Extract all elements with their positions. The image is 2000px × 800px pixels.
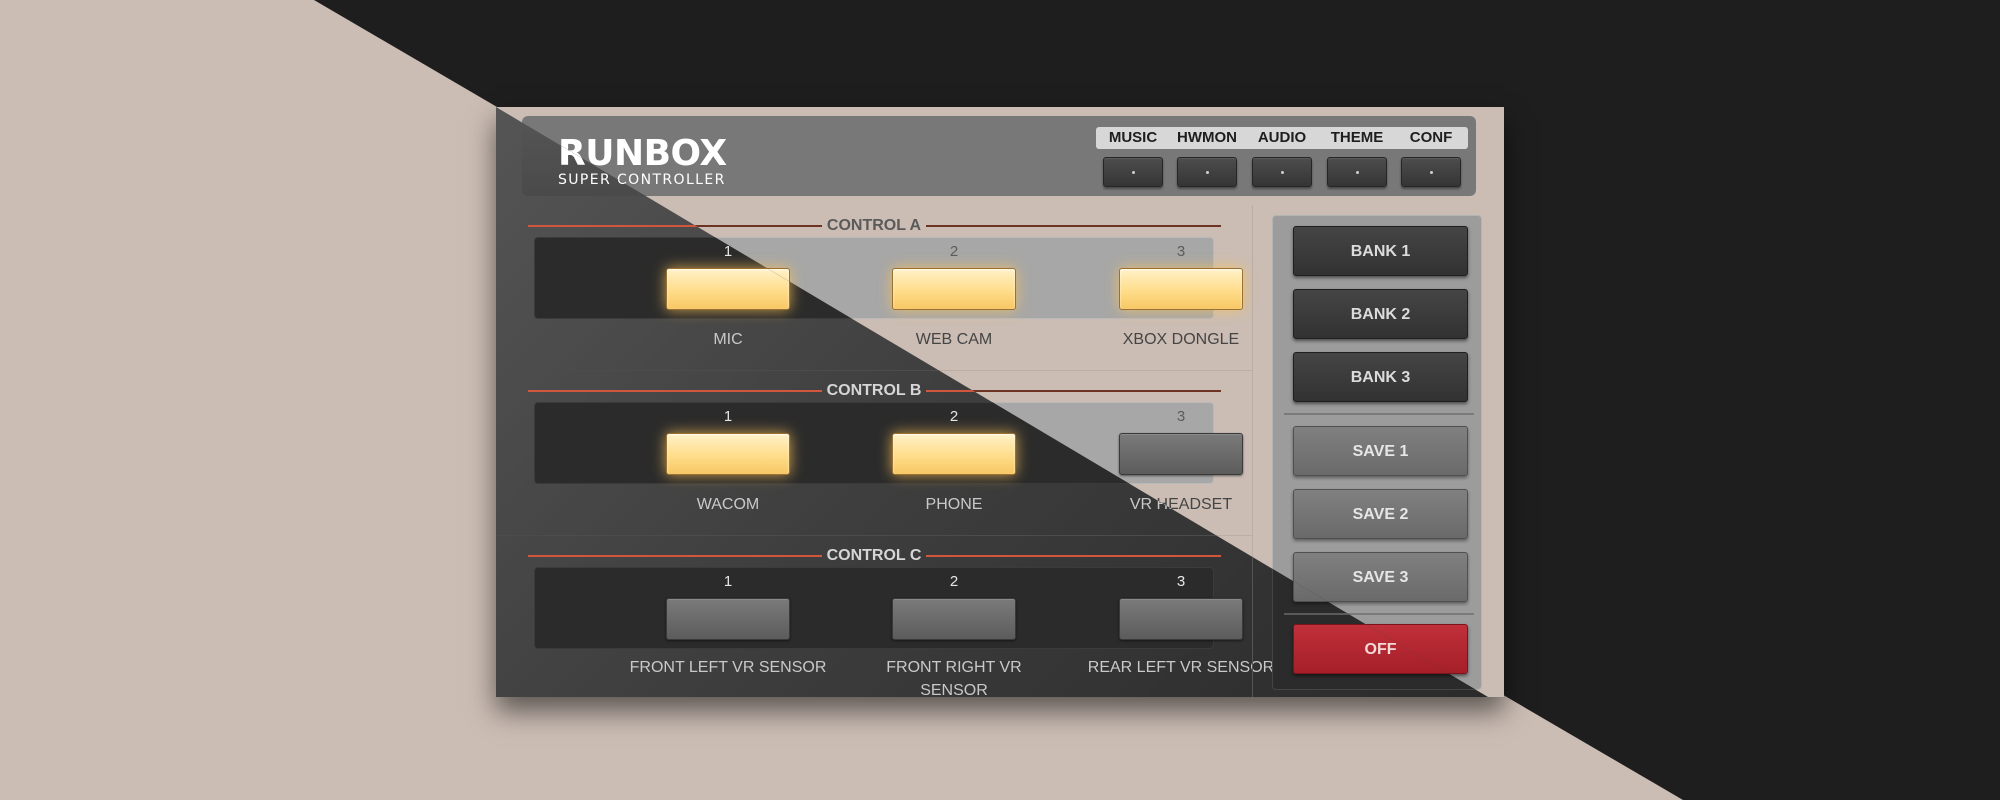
tab-theme-label: THEME [1330, 129, 1384, 146]
tab-music-label: MUSIC [1108, 129, 1158, 146]
tab-audio-label: AUDIO [1257, 129, 1307, 146]
slot-c3: 3 [1101, 574, 1261, 640]
tab-conf-button[interactable] [1401, 157, 1461, 187]
bank-2-button[interactable]: BANK 2 [1293, 289, 1468, 339]
save-2-button[interactable]: SAVE 2 [1293, 489, 1468, 539]
slot-a2: 2 [874, 244, 1034, 310]
toggle-switch-front-left-vr-sensor[interactable] [666, 598, 790, 640]
bank-1-button[interactable]: BANK 1 [1293, 226, 1468, 276]
toggle-switch-phone[interactable] [892, 433, 1016, 475]
tab-music: MUSIC [1096, 127, 1170, 187]
slot-b3: 3 [1101, 409, 1261, 475]
slot-number: 2 [949, 573, 959, 590]
slot-a3: 3 [1101, 244, 1261, 310]
section-title: CONTROL C [826, 547, 922, 564]
tab-audio-button[interactable] [1252, 157, 1312, 187]
slot-label-phone: PHONE [925, 496, 983, 513]
tab-music-button[interactable] [1103, 157, 1163, 187]
bank-3-button[interactable]: BANK 3 [1293, 352, 1468, 402]
slot-number: 3 [1176, 243, 1186, 260]
tab-hwmon-button[interactable] [1177, 157, 1237, 187]
save-1-button[interactable]: SAVE 1 [1293, 426, 1468, 476]
tab-hwmon: HWMON [1170, 127, 1244, 187]
toggle-switch-rear-left-vr-sensor[interactable] [1119, 598, 1243, 640]
toggle-switch-web-cam[interactable] [892, 268, 1016, 310]
toggle-switch-wacom[interactable] [666, 433, 790, 475]
slot-label-rear-left-vr-sensor: REAR LEFT VR SENSOR [1087, 659, 1275, 676]
slot-number: 3 [1176, 573, 1186, 590]
control-section-c: CONTROL C 1 2 3 FRONT LEFT VR SENSOR FRO… [496, 535, 1274, 697]
slot-number: 2 [949, 243, 959, 260]
tab-theme-button[interactable] [1327, 157, 1387, 187]
save-3-button[interactable]: SAVE 3 [1293, 552, 1468, 602]
slot-label-wacom: WACOM [696, 496, 760, 513]
slot-b1: 1 [648, 409, 808, 475]
slot-c1: 1 [648, 574, 808, 640]
tab-conf-label: CONF [1409, 129, 1453, 146]
slot-label-front-left-vr-sensor: FRONT LEFT VR SENSOR [629, 659, 827, 676]
controller-panel: RUNBOX SUPER CONTROLLER MUSIC HWMON AUDI… [496, 107, 1504, 697]
slot-label-xbox-dongle: XBOX DONGLE [1122, 331, 1240, 348]
slot-label-mic: MIC [713, 331, 743, 348]
sidebar-divider [1284, 413, 1474, 415]
toggle-switch-vr-headset[interactable] [1119, 433, 1243, 475]
tab-conf: CONF [1394, 127, 1468, 187]
slot-c2: 2 [874, 574, 1034, 640]
tab-bar: MUSIC HWMON AUDIO THEME CONF [1096, 127, 1468, 187]
slot-number: 3 [1176, 408, 1186, 425]
slot-label-front-right-vr-sensor: FRONT RIGHT VR SENSOR [886, 659, 1022, 697]
toggle-switch-front-right-vr-sensor[interactable] [892, 598, 1016, 640]
tab-audio: AUDIO [1245, 127, 1319, 187]
toggle-switch-xbox-dongle[interactable] [1119, 268, 1243, 310]
tab-hwmon-label: HWMON [1177, 129, 1237, 146]
toggle-switch-mic[interactable] [666, 268, 790, 310]
tab-theme: THEME [1320, 127, 1394, 187]
slot-number: 1 [723, 408, 733, 425]
slot-number: 1 [723, 573, 733, 590]
header-bar: RUNBOX SUPER CONTROLLER MUSIC HWMON AUDI… [522, 116, 1476, 196]
slot-b2: 2 [874, 409, 1034, 475]
